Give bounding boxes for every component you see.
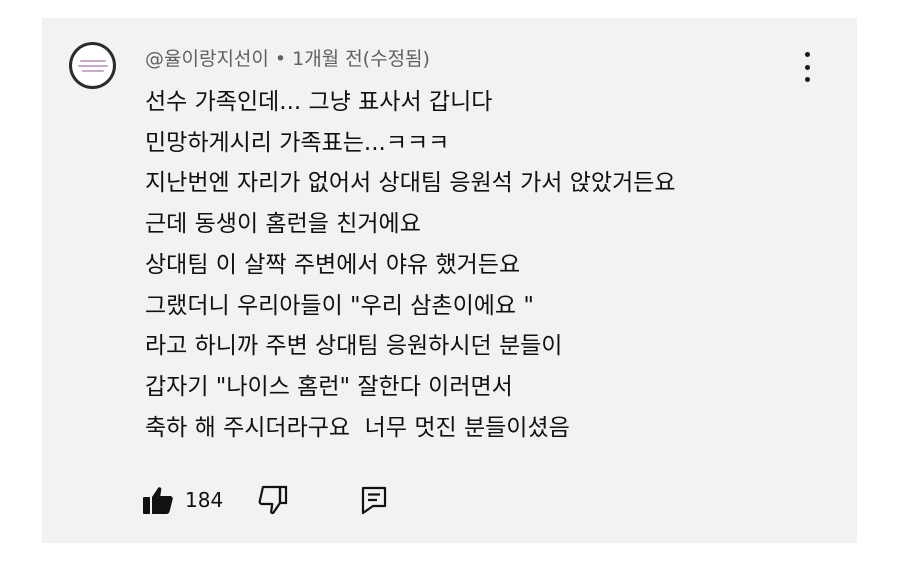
comment-line: 상대팀 이 살짝 주변에서 야유 했거든요 [145, 251, 521, 278]
reply-button[interactable] [360, 485, 388, 515]
like-count: 184 [185, 488, 224, 512]
reply-comment-icon [362, 486, 387, 515]
comment-line: 지난번엔 자리가 없어서 상대팀 응원석 가서 앉았거든요 [145, 170, 676, 197]
comment-meta: @율이랑지선이 • 1개월 전(수정됨) [145, 44, 430, 71]
avatar[interactable] [69, 42, 116, 89]
comment-line: 선수 가족인데... 그냥 표사서 갑니다 [145, 89, 493, 115]
comment-time[interactable]: 1개월 전(수정됨) [292, 48, 430, 70]
comment-line: 축하 해 주시더라구요 너무 멋진 분들이셨음 [145, 414, 570, 441]
author-name[interactable]: @율이랑지선이 [145, 48, 269, 70]
more-vertical-icon[interactable] [797, 52, 817, 82]
comment-line: 민망하게시리 가족표는...ㅋㅋㅋ [145, 129, 450, 156]
comment-actions: 184 [142, 480, 388, 520]
comment-line: 근데 동생이 홈런을 친거에요 [145, 211, 421, 238]
comment-line: 그랬더니 우리아들이 "우리 삼촌이에요 " [145, 292, 534, 319]
like-button[interactable]: 184 [142, 485, 223, 515]
comment-line: 라고 하니까 주변 상대팀 응원하시던 분들이 [145, 333, 563, 360]
comment-line: 갑자기 "나이스 홈런" 잘한다 이러면서 [145, 373, 513, 400]
dislike-button[interactable] [257, 485, 289, 515]
comment-card: @율이랑지선이 • 1개월 전(수정됨) 선수 가족인데... 그냥 표사서 갑니다… [42, 18, 857, 543]
avatar-image [72, 45, 113, 86]
meta-separator: • [274, 48, 287, 70]
thumbs-down-outline-icon [258, 485, 288, 515]
thumbs-up-filled-icon [143, 487, 173, 514]
comment-body: 선수 가족인데... 그냥 표사서 갑니다 민망하게시리 가족표는...ㅋㅋㅋ … [145, 82, 676, 448]
